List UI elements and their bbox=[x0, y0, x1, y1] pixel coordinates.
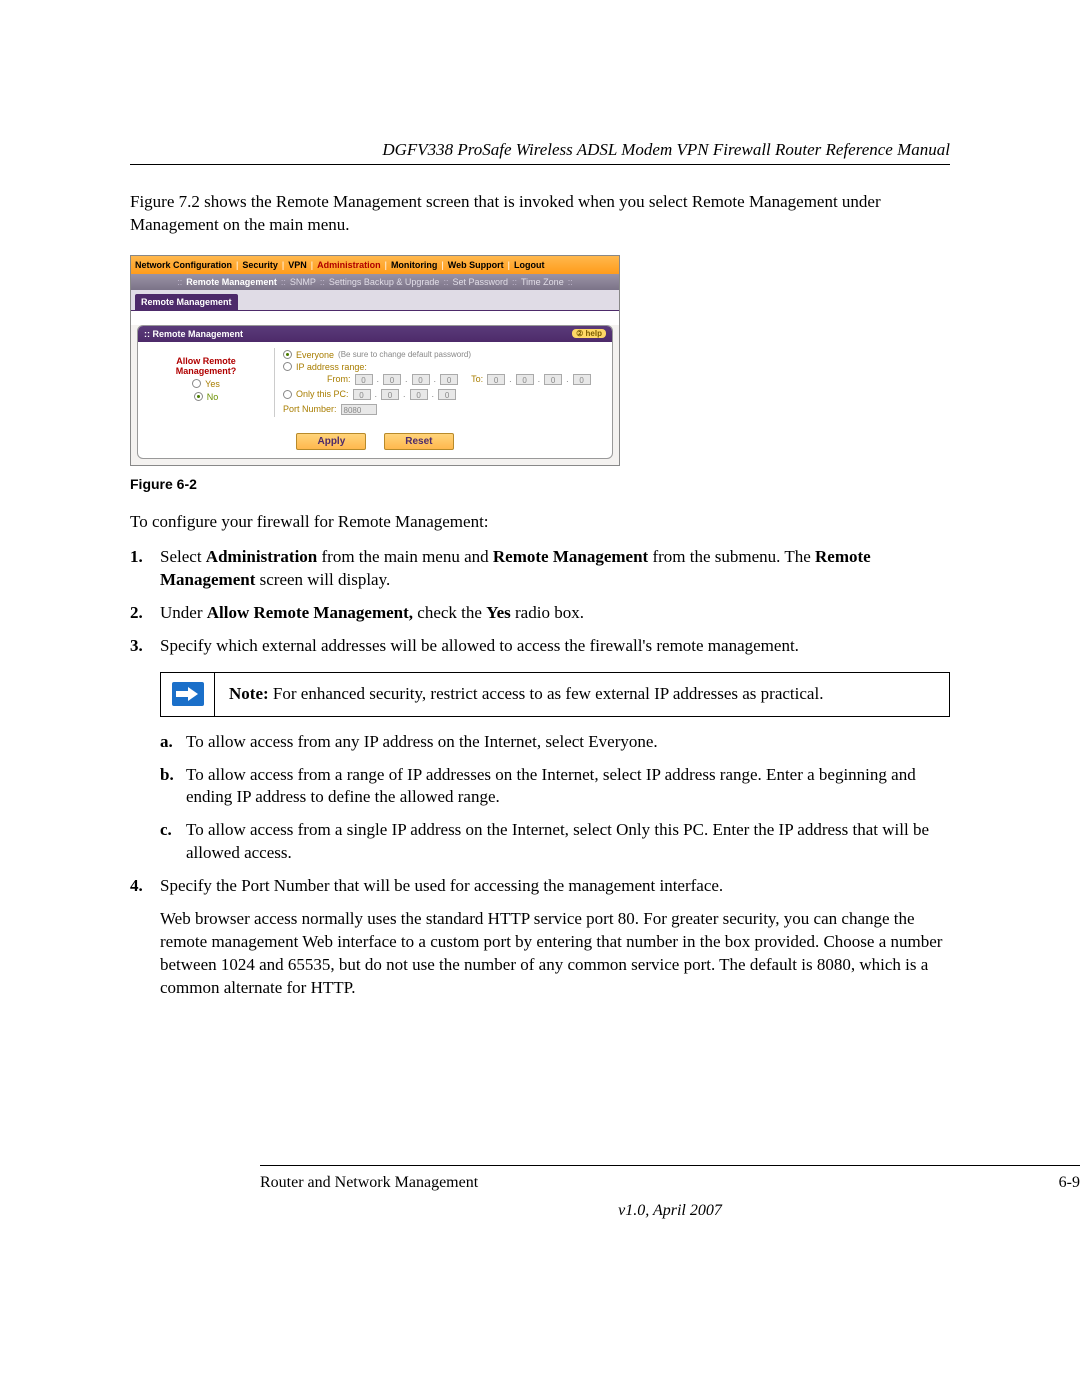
nav-item[interactable]: Web Support bbox=[448, 260, 504, 270]
nav-item-active[interactable]: Administration bbox=[317, 260, 381, 270]
radio-icon bbox=[192, 379, 201, 388]
page-footer: Router and Network Management 6-9 v1.0, … bbox=[260, 1165, 1080, 1220]
nav-item[interactable]: Monitoring bbox=[391, 260, 438, 270]
note-prefix: Note: bbox=[229, 684, 269, 703]
nav-secondary: :: Remote Management:: SNMP:: Settings B… bbox=[131, 274, 619, 290]
intro-paragraph: Figure 7.2 shows the Remote Management s… bbox=[130, 191, 950, 237]
footer-section: Router and Network Management bbox=[260, 1174, 478, 1192]
subnav-item[interactable]: Set Password bbox=[452, 277, 508, 287]
option-everyone[interactable]: Everyone (Be sure to change default pass… bbox=[283, 350, 604, 360]
ip-octet[interactable]: 0 bbox=[573, 374, 591, 385]
step-2: 2. Under Allow Remote Management, check … bbox=[130, 602, 950, 625]
radio-icon bbox=[283, 390, 292, 399]
step-4: 4. Specify the Port Number that will be … bbox=[130, 875, 950, 898]
nav-item[interactable]: VPN bbox=[288, 260, 307, 270]
radio-icon-checked bbox=[283, 350, 292, 359]
reset-button[interactable]: Reset bbox=[384, 433, 453, 450]
ip-octet[interactable]: 0 bbox=[383, 374, 401, 385]
subnav-item[interactable]: Settings Backup & Upgrade bbox=[329, 277, 440, 287]
subnav-item-active[interactable]: Remote Management bbox=[186, 277, 277, 287]
subnav-item[interactable]: SNMP bbox=[290, 277, 316, 287]
document-title: DGFV338 ProSafe Wireless ADSL Modem VPN … bbox=[130, 140, 950, 160]
ip-octet[interactable]: 0 bbox=[516, 374, 534, 385]
step-1: 1. Select Administration from the main m… bbox=[130, 546, 950, 592]
option-ip-range[interactable]: IP address range: bbox=[283, 362, 604, 372]
remote-management-panel: :: Remote Management ② help Allow Remote… bbox=[137, 325, 613, 459]
figure-caption: Figure 6-2 bbox=[130, 476, 950, 492]
note-arrow-icon bbox=[172, 682, 204, 706]
port-label: Port Number: bbox=[283, 404, 337, 414]
footer-page-number: 6-9 bbox=[1059, 1174, 1080, 1192]
help-button[interactable]: ② help bbox=[572, 329, 606, 338]
tab-remote-management[interactable]: Remote Management bbox=[135, 294, 238, 310]
from-label: From: bbox=[327, 374, 351, 384]
radio-icon-checked bbox=[194, 392, 203, 401]
option-everyone-label: Everyone bbox=[296, 350, 334, 360]
option-only-this-pc-label: Only this PC: bbox=[296, 389, 349, 399]
ip-octet[interactable]: 0 bbox=[353, 389, 371, 400]
nav-item[interactable]: Security bbox=[242, 260, 278, 270]
ip-octet[interactable]: 0 bbox=[381, 389, 399, 400]
substep-b: b. To allow access from a range of IP ad… bbox=[160, 764, 950, 810]
header-rule bbox=[130, 164, 950, 165]
radio-no-label: No bbox=[207, 392, 219, 402]
nav-item[interactable]: Network Configuration bbox=[135, 260, 232, 270]
nav-primary: Network Configuration| Security| VPN| Ad… bbox=[131, 256, 619, 274]
ip-octet[interactable]: 0 bbox=[412, 374, 430, 385]
allow-remote-label: Allow Remote bbox=[146, 356, 266, 366]
ip-octet[interactable]: 0 bbox=[487, 374, 505, 385]
lead-sentence: To configure your firewall for Remote Ma… bbox=[130, 512, 950, 532]
ip-octet[interactable]: 0 bbox=[410, 389, 428, 400]
radio-icon bbox=[283, 362, 292, 371]
port-input[interactable]: 8080 bbox=[341, 404, 377, 415]
panel-title: :: Remote Management bbox=[144, 329, 243, 339]
allow-remote-label2: Management? bbox=[146, 366, 266, 376]
subnav-item[interactable]: Time Zone bbox=[521, 277, 564, 287]
ip-octet[interactable]: 0 bbox=[440, 374, 458, 385]
step-4-paragraph: Web browser access normally uses the sta… bbox=[160, 908, 950, 1000]
apply-button[interactable]: Apply bbox=[296, 433, 366, 450]
footer-version: v1.0, April 2007 bbox=[260, 1202, 1080, 1220]
radio-no-row[interactable]: No bbox=[146, 392, 266, 402]
tab-bar: Remote Management bbox=[131, 290, 619, 311]
option-ip-range-label: IP address range: bbox=[296, 362, 367, 372]
nav-item[interactable]: Logout bbox=[514, 260, 545, 270]
note-text: For enhanced security, restrict access t… bbox=[269, 684, 824, 703]
everyone-note: (Be sure to change default password) bbox=[338, 350, 471, 359]
note-box: Note: For enhanced security, restrict ac… bbox=[160, 672, 950, 717]
option-only-this-pc[interactable]: Only this PC: 0. 0. 0. 0 bbox=[283, 389, 604, 400]
ip-octet[interactable]: 0 bbox=[355, 374, 373, 385]
radio-yes-label: Yes bbox=[205, 379, 220, 389]
substep-a: a. To allow access from any IP address o… bbox=[160, 731, 950, 754]
ip-octet[interactable]: 0 bbox=[438, 389, 456, 400]
radio-yes-row[interactable]: Yes bbox=[146, 379, 266, 389]
ip-octet[interactable]: 0 bbox=[544, 374, 562, 385]
step-3: 3. Specify which external addresses will… bbox=[130, 635, 950, 658]
router-screenshot: Network Configuration| Security| VPN| Ad… bbox=[130, 255, 620, 466]
substep-c: c. To allow access from a single IP addr… bbox=[160, 819, 950, 865]
to-label: To: bbox=[471, 374, 483, 384]
